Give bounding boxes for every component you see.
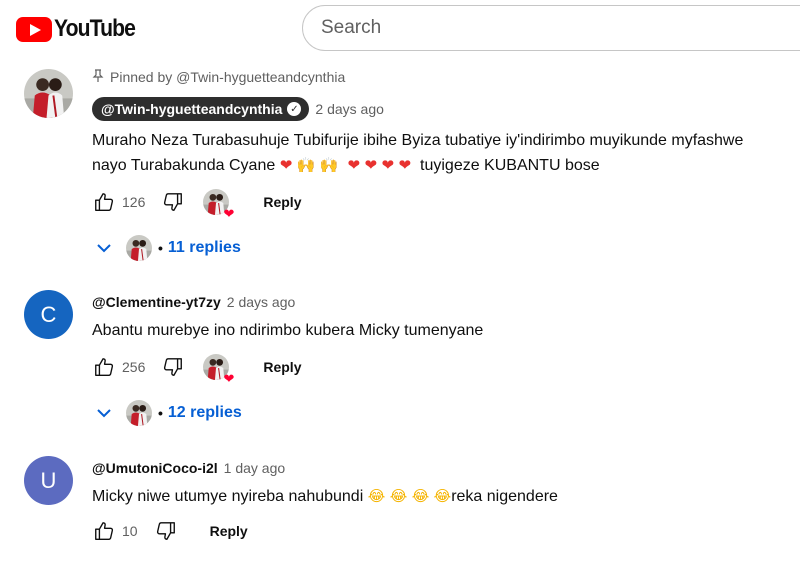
comment-author[interactable]: @UmutoniCoco-i2l xyxy=(92,460,218,476)
comment-author: @Twin-hyguetteandcynthia xyxy=(101,101,283,117)
separator-dot: • xyxy=(158,405,163,421)
chevron-down-icon xyxy=(92,236,116,260)
heart-icon: ❤ xyxy=(223,371,235,386)
creator-heart: ❤ xyxy=(203,189,234,220)
reply-avatar xyxy=(126,400,152,426)
youtube-logo[interactable]: YouTube xyxy=(16,15,146,43)
laughing-emoji: 😂 xyxy=(433,487,452,505)
comment-text: Abantu murebye ino ndirimbo kubera Micky… xyxy=(92,322,484,339)
heart-emoji: ❤ xyxy=(279,156,293,174)
comment-time[interactable]: 2 days ago xyxy=(227,294,296,310)
raised-hands-emoji: 🙌 xyxy=(296,156,316,174)
avatar[interactable]: U xyxy=(24,456,73,505)
thumbs-down-icon[interactable] xyxy=(161,190,185,214)
youtube-play-icon xyxy=(16,16,52,42)
laughing-emoji: 😂 xyxy=(389,487,408,505)
heart-icon: ❤ xyxy=(223,206,235,221)
search-input[interactable] xyxy=(303,6,800,50)
thumbs-down-icon[interactable] xyxy=(154,519,178,543)
reply-button[interactable]: Reply xyxy=(263,359,301,375)
pin-icon xyxy=(92,68,104,86)
heart-emoji: ❤ xyxy=(398,156,412,174)
author-chip[interactable]: @Twin-hyguetteandcynthia ✓ xyxy=(92,97,310,121)
thumbs-up-icon[interactable] xyxy=(92,190,116,214)
replies-toggle[interactable]: • 11 replies xyxy=(92,232,241,264)
replies-count: 11 replies xyxy=(167,239,241,256)
comment-text-segment: reka nigendere xyxy=(451,488,558,505)
replies-toggle[interactable]: • 12 replies xyxy=(92,397,242,429)
thumbs-up-icon[interactable] xyxy=(92,519,116,543)
like-count: 10 xyxy=(122,523,138,539)
top-bar: YouTube xyxy=(0,0,800,58)
like-count: 256 xyxy=(122,359,146,375)
like-count: 126 xyxy=(122,194,146,210)
pinned-text: Pinned by @Twin-hyguetteandcynthia xyxy=(110,69,346,85)
separator-dot: • xyxy=(158,240,163,256)
comment-text-line: Muraho Neza Turabasuhuje Tubifurije ibih… xyxy=(92,132,744,149)
comment-actions: 10 Reply xyxy=(92,516,248,546)
heart-emoji: ❤ xyxy=(347,156,361,174)
laughing-emoji: 😂 xyxy=(411,487,430,505)
raised-hands-emoji: 🙌 xyxy=(319,156,339,174)
avatar[interactable] xyxy=(24,69,73,118)
reply-button[interactable]: Reply xyxy=(210,523,248,539)
heart-emoji: ❤ xyxy=(364,156,378,174)
comment-time[interactable]: 1 day ago xyxy=(224,460,286,476)
chevron-down-icon xyxy=(92,401,116,425)
comment-author[interactable]: @Clementine-yt7zy xyxy=(92,294,221,310)
creator-heart: ❤ xyxy=(203,354,234,385)
avatar[interactable]: C xyxy=(24,290,73,339)
comment-actions: 256 ❤ Reply xyxy=(92,352,301,385)
replies-count: 12 replies xyxy=(167,404,242,421)
heart-emoji: ❤ xyxy=(381,156,395,174)
reply-avatar xyxy=(126,235,152,261)
thumbs-down-icon[interactable] xyxy=(161,355,185,379)
comment-text: Muraho Neza Turabasuhuje Tubifurije ibih… xyxy=(92,128,800,178)
comment-text-segment: Micky niwe utumye nyireba nahubundi xyxy=(92,488,364,505)
comment-actions: 126 ❤ Reply xyxy=(92,187,301,220)
reply-button[interactable]: Reply xyxy=(263,194,301,210)
laughing-emoji: 😂 xyxy=(367,487,386,505)
comment-text-segment: tuyigeze KUBANTU bose xyxy=(420,157,600,174)
search-box[interactable] xyxy=(302,5,800,51)
comment-text-segment: nayo Turabakunda Cyane xyxy=(92,157,276,174)
logo-text: YouTube xyxy=(54,15,136,42)
comment-text: Micky niwe utumye nyireba nahubundi 😂 😂 … xyxy=(92,484,800,509)
verified-check-icon: ✓ xyxy=(287,102,302,116)
thumbs-up-icon[interactable] xyxy=(92,355,116,379)
pinned-label: Pinned by @Twin-hyguetteandcynthia xyxy=(92,66,800,88)
avatar-letter: C xyxy=(40,301,57,327)
avatar-letter: U xyxy=(40,467,57,493)
comment-text-line: nayo Turabakunda Cyane ❤ 🙌 🙌 ❤ ❤ ❤ ❤ tuy… xyxy=(92,153,800,178)
comment-time[interactable]: 2 days ago xyxy=(315,101,384,117)
